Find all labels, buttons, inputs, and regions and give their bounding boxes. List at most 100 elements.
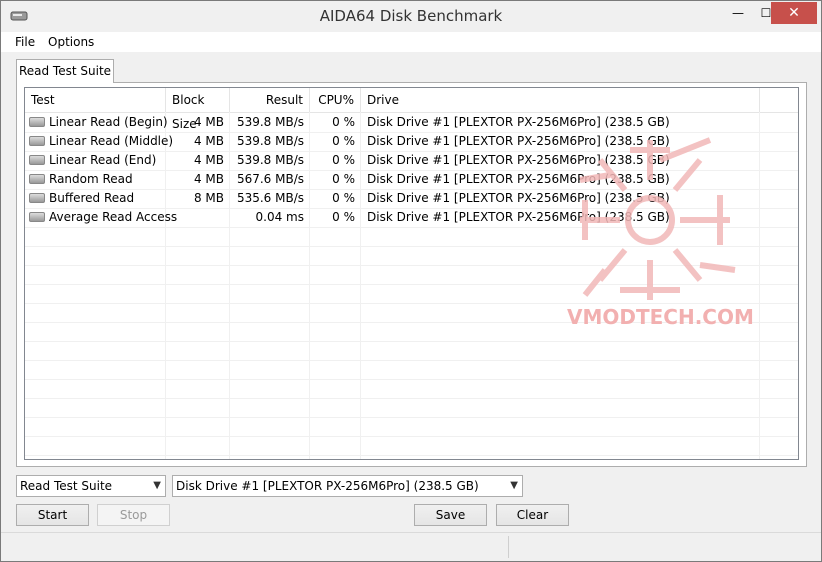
cell-test: Linear Read (End) bbox=[25, 151, 166, 170]
table-header: Test Block Size Result CPU% Drive bbox=[25, 88, 798, 131]
cell-block: 4 MB bbox=[166, 132, 230, 151]
stop-button[interactable]: Stop bbox=[97, 504, 170, 526]
menu-options[interactable]: Options bbox=[48, 32, 94, 52]
disk-drive-icon bbox=[29, 211, 45, 222]
cell-drive: Disk Drive #1 [PLEXTOR PX-256M6Pro] (238… bbox=[361, 132, 760, 151]
cell-test: Linear Read (Begin) bbox=[25, 113, 168, 132]
start-button[interactable]: Start bbox=[16, 504, 89, 526]
test-text: Linear Read (Begin) bbox=[49, 115, 168, 129]
result-text: 539.8 MB/s bbox=[236, 115, 304, 129]
table-row[interactable]: Linear Read (Middle) 4 MB 539.8 MB/s 0 % Dis… bbox=[25, 132, 798, 152]
test-text: Buffered Read bbox=[49, 191, 135, 205]
empty-table-row bbox=[25, 246, 798, 266]
test-text: Linear Read (End) bbox=[49, 153, 157, 167]
cell-cpu: 0 % bbox=[310, 151, 361, 170]
empty-table-row bbox=[25, 265, 798, 285]
cell-test: Random Read bbox=[25, 170, 166, 189]
table-row[interactable]: Linear Read (End) 4 MB 539.8 MB/s 0 % Disk D… bbox=[25, 151, 798, 171]
result-text: 539.8 MB/s bbox=[236, 153, 304, 167]
menu-file[interactable]: File bbox=[15, 32, 35, 52]
block-text: 4 MB bbox=[193, 172, 224, 186]
cell-test: Linear Read (Middle) bbox=[25, 132, 173, 151]
cell-cpu: 0 % bbox=[310, 208, 361, 227]
clear-button[interactable]: Clear bbox=[496, 504, 569, 526]
drive-text: Disk Drive #1 [PLEXTOR PX-256M6Pro] (238… bbox=[367, 172, 670, 186]
table-row[interactable]: Linear Read (Begin) 4 MB 539.8 MB/s 0 % Disk… bbox=[25, 113, 798, 133]
cell-result: 567.6 MB/s bbox=[230, 170, 310, 189]
test-text: Average Read Access bbox=[49, 210, 178, 224]
header-cpu[interactable]: CPU% bbox=[310, 88, 361, 112]
disk-drive-icon bbox=[29, 173, 45, 184]
cell-block: 4 MB bbox=[166, 113, 230, 132]
empty-table-row bbox=[25, 341, 798, 361]
cell-result: 535.6 MB/s bbox=[230, 189, 310, 208]
minimize-button[interactable]: — bbox=[724, 2, 752, 24]
benchmark-window: AIDA64 Disk Benchmark — ☐ ✕ File Options… bbox=[0, 0, 822, 562]
table-row[interactable]: Buffered Read 8 MB 535.6 MB/s 0 % Disk Drive… bbox=[25, 189, 798, 209]
cpu-text: 0 % bbox=[332, 172, 355, 186]
cell-block: 8 MB bbox=[166, 189, 230, 208]
drive-select-value: Disk Drive #1 [PLEXTOR PX-256M6Pro] (238… bbox=[176, 479, 479, 493]
cell-drive: Disk Drive #1 [PLEXTOR PX-256M6Pro] (238… bbox=[361, 151, 760, 170]
header-result[interactable]: Result bbox=[230, 88, 310, 112]
empty-table-row bbox=[25, 284, 798, 304]
title-bar[interactable]: AIDA64 Disk Benchmark — ☐ ✕ bbox=[1, 1, 821, 31]
drive-text: Disk Drive #1 [PLEXTOR PX-256M6Pro] (238… bbox=[367, 210, 670, 224]
result-text: 535.6 MB/s bbox=[236, 191, 304, 205]
cell-cpu: 0 % bbox=[310, 189, 361, 208]
suite-select[interactable]: Read Test Suite ▼ bbox=[16, 475, 166, 497]
table-row[interactable]: Random Read 4 MB 567.6 MB/s 0 % Disk Drive #… bbox=[25, 170, 798, 190]
watermark-text: VMODTECH.COM bbox=[567, 305, 754, 329]
cell-block: 4 MB bbox=[166, 170, 230, 189]
cell-drive: Disk Drive #1 [PLEXTOR PX-256M6Pro] (238… bbox=[361, 189, 760, 208]
drive-text: Disk Drive #1 [PLEXTOR PX-256M6Pro] (238… bbox=[367, 191, 670, 205]
empty-table-row bbox=[25, 227, 798, 247]
header-block-size[interactable]: Block Size bbox=[166, 88, 230, 131]
drive-text: Disk Drive #1 [PLEXTOR PX-256M6Pro] (238… bbox=[367, 153, 670, 167]
result-text: 0.04 ms bbox=[255, 210, 304, 224]
cell-result: 539.8 MB/s bbox=[230, 132, 310, 151]
cell-block bbox=[166, 208, 230, 227]
close-button[interactable]: ✕ bbox=[771, 2, 817, 24]
window-title: AIDA64 Disk Benchmark bbox=[319, 7, 503, 25]
cpu-text: 0 % bbox=[332, 134, 355, 148]
status-divider bbox=[508, 536, 509, 558]
cell-drive: Disk Drive #1 [PLEXTOR PX-256M6Pro] (238… bbox=[361, 170, 760, 189]
empty-table-row bbox=[25, 360, 798, 380]
cpu-text: 0 % bbox=[332, 115, 355, 129]
cpu-text: 0 % bbox=[332, 210, 355, 224]
cell-result: 539.8 MB/s bbox=[230, 113, 310, 132]
disk-drive-icon bbox=[29, 192, 45, 203]
header-test[interactable]: Test bbox=[25, 88, 166, 112]
cell-test: Buffered Read bbox=[25, 189, 166, 208]
chevron-down-icon: ▼ bbox=[153, 480, 161, 491]
tab-read-test-suite[interactable]: Read Test Suite bbox=[16, 59, 114, 83]
result-text: 567.6 MB/s bbox=[236, 172, 304, 186]
cpu-text: 0 % bbox=[332, 153, 355, 167]
status-bar bbox=[1, 532, 821, 562]
cell-result: 0.04 ms bbox=[230, 208, 310, 227]
chevron-down-icon: ▼ bbox=[510, 480, 518, 491]
empty-table-row bbox=[25, 417, 798, 437]
header-drive[interactable]: Drive bbox=[361, 88, 760, 112]
test-text: Linear Read (Middle) bbox=[49, 134, 174, 148]
suite-select-value: Read Test Suite bbox=[20, 479, 113, 493]
cell-result: 539.8 MB/s bbox=[230, 151, 310, 170]
result-text: 539.8 MB/s bbox=[236, 134, 304, 148]
disk-drive-icon bbox=[29, 135, 45, 146]
cell-block: 4 MB bbox=[166, 151, 230, 170]
save-button[interactable]: Save bbox=[414, 504, 487, 526]
tab-panel: Test Block Size Result CPU% Drive Linear… bbox=[16, 82, 807, 467]
drive-text: Disk Drive #1 [PLEXTOR PX-256M6Pro] (238… bbox=[367, 134, 670, 148]
cpu-text: 0 % bbox=[332, 191, 355, 205]
table-row[interactable]: Average Read Access 0.04 ms 0 % Disk Drive … bbox=[25, 208, 798, 228]
drive-select[interactable]: Disk Drive #1 [PLEXTOR PX-256M6Pro] (238… bbox=[172, 475, 523, 497]
test-text: Random Read bbox=[49, 172, 133, 186]
empty-table-row bbox=[25, 379, 798, 399]
cell-cpu: 0 % bbox=[310, 132, 361, 151]
cell-cpu: 0 % bbox=[310, 170, 361, 189]
disk-drive-icon bbox=[29, 154, 45, 165]
menu-bar: File Options bbox=[1, 32, 821, 52]
drive-text: Disk Drive #1 [PLEXTOR PX-256M6Pro] (238… bbox=[367, 115, 670, 129]
results-table[interactable]: Test Block Size Result CPU% Drive Linear… bbox=[24, 87, 799, 460]
